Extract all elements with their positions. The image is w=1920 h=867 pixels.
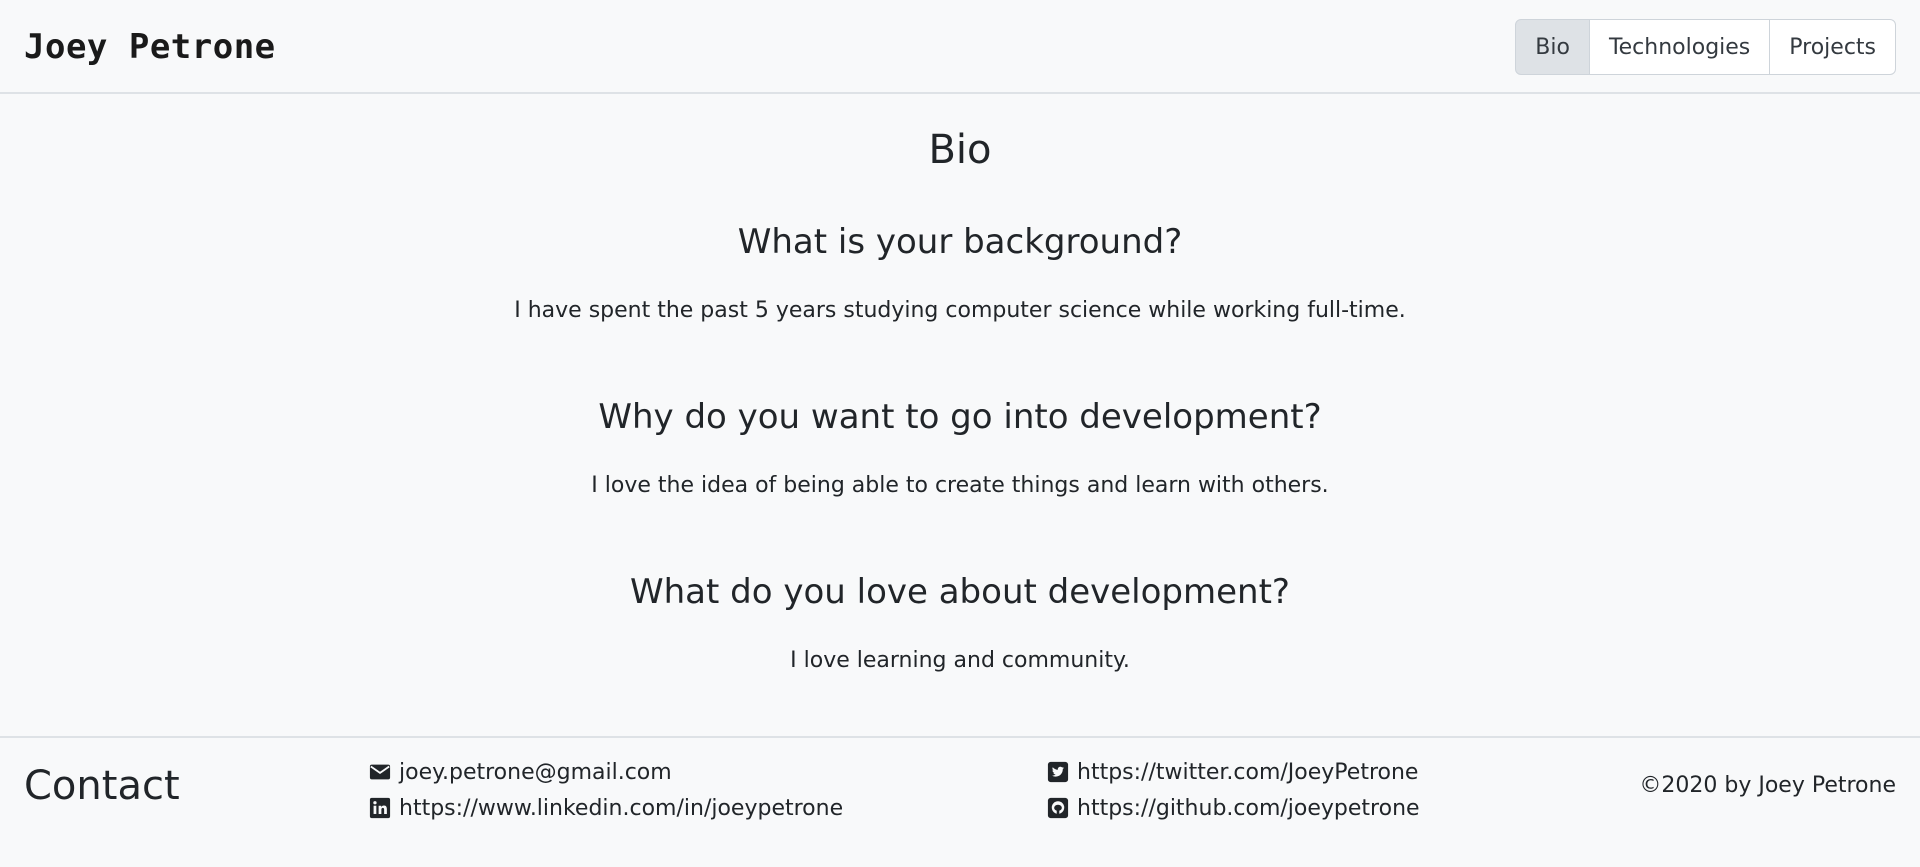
linkedin-icon <box>369 797 391 819</box>
answer-text: I love the idea of being able to create … <box>591 473 1329 498</box>
envelope-icon <box>369 764 391 780</box>
answer-text: I love learning and community. <box>790 648 1130 673</box>
brand-name[interactable]: Joey Petrone <box>24 26 276 68</box>
nav-bio-button[interactable]: Bio <box>1515 19 1590 75</box>
bio-section: Bio What is your background? I have spen… <box>0 96 1920 736</box>
linkedin-link-text: https://www.linkedin.com/in/joeypetrone <box>399 795 844 821</box>
twitter-icon <box>1047 761 1069 783</box>
qa-block-background: What is your background? I have spent th… <box>0 221 1920 326</box>
contact-footer: Contact joey.petrone@gmail.com https://w… <box>0 736 1920 867</box>
page-title: Bio <box>928 127 992 173</box>
twitter-link[interactable]: https://twitter.com/JoeyPetrone <box>1047 754 1420 790</box>
contact-column-right: https://twitter.com/JoeyPetrone https://… <box>1047 754 1420 826</box>
contact-title: Contact <box>24 763 180 809</box>
question-heading: What is your background? <box>737 222 1183 262</box>
nav-technologies-button[interactable]: Technologies <box>1588 19 1771 75</box>
site-header: Joey Petrone Bio Technologies Projects <box>0 0 1920 94</box>
nav-projects-button[interactable]: Projects <box>1769 19 1896 75</box>
contact-column-left: joey.petrone@gmail.com https://www.linke… <box>369 754 843 826</box>
email-link[interactable]: joey.petrone@gmail.com <box>369 754 843 790</box>
question-heading: What do you love about development? <box>630 572 1290 612</box>
qa-block-love-development: What do you love about development? I lo… <box>0 571 1920 676</box>
question-heading: Why do you want to go into development? <box>598 397 1322 437</box>
email-link-text: joey.petrone@gmail.com <box>399 759 672 785</box>
answer-text: I have spent the past 5 years studying c… <box>514 298 1406 323</box>
github-icon <box>1047 797 1069 819</box>
github-link-text: https://github.com/joeypetrone <box>1077 795 1420 821</box>
qa-block-why-development: Why do you want to go into development? … <box>0 396 1920 501</box>
linkedin-link[interactable]: https://www.linkedin.com/in/joeypetrone <box>369 790 843 826</box>
nav-button-group: Bio Technologies Projects <box>1515 19 1896 75</box>
github-link[interactable]: https://github.com/joeypetrone <box>1047 790 1420 826</box>
copyright-text: ©2020 by Joey Petrone <box>1639 773 1896 798</box>
twitter-link-text: https://twitter.com/JoeyPetrone <box>1077 759 1419 785</box>
